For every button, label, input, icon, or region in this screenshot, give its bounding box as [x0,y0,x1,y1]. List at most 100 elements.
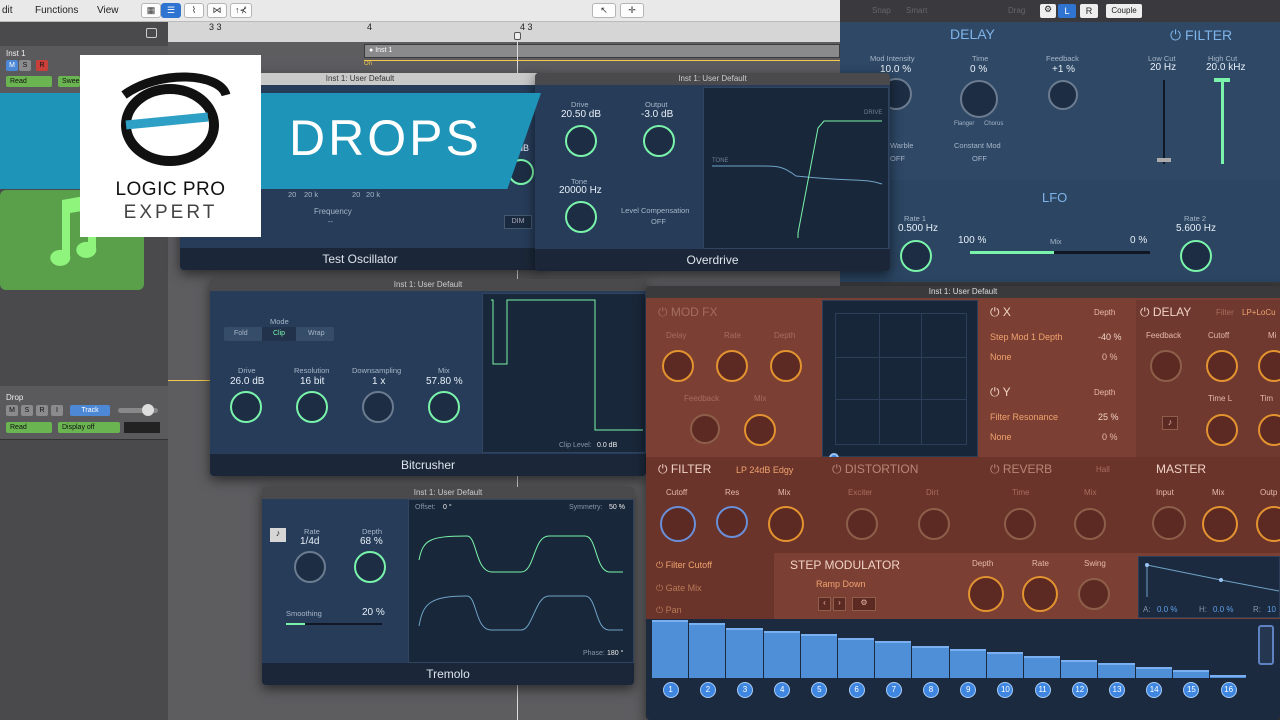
reverb-mix-knob[interactable] [1074,508,1106,540]
rate-knob[interactable] [716,350,748,382]
cutoff-knob[interactable] [660,506,696,542]
step-bar[interactable] [800,634,837,678]
automation-icon[interactable]: ⌇ [184,3,204,18]
mix-knob[interactable] [744,414,776,446]
filter-type-select[interactable]: LP 24dB Edgy [736,465,793,475]
automation-display[interactable]: Display off [58,422,120,433]
add-track-icon[interactable] [146,28,157,38]
low-cut-slider[interactable] [1163,80,1165,164]
solo-button[interactable]: S [19,60,31,71]
downsampling-knob[interactable] [362,391,394,423]
step-number[interactable]: 13 [1109,682,1125,698]
release-value[interactable]: 10 [1267,605,1276,614]
delay-knob[interactable] [662,350,694,382]
smart-label[interactable]: Smart [906,6,927,15]
step-number[interactable]: 2 [699,682,716,698]
record-button[interactable]: R [36,405,48,416]
dirt-knob[interactable] [918,508,950,540]
menu-functions[interactable]: Functions [35,5,78,16]
snap-label[interactable]: Snap [872,6,891,15]
prev-preset-button[interactable]: ‹ [818,597,831,611]
automation-param[interactable]: Swee [58,76,80,87]
target-gate-mix[interactable]: ⏻ Gate Mix [656,583,702,594]
warble-toggle[interactable]: OFF [890,154,905,163]
rate1-knob[interactable] [900,240,932,272]
reverb-time-knob[interactable] [1004,508,1036,540]
attack-value[interactable]: 0.0 % [1157,605,1177,614]
target-pan[interactable]: ⏻ Pan [656,605,682,616]
input-knob[interactable] [1152,506,1186,540]
delay-feedback-knob[interactable] [1150,350,1182,382]
x-target-depth[interactable]: -40 % [1098,332,1122,342]
y-target-select[interactable]: Filter Resonance [990,412,1058,422]
mix-knob[interactable] [428,391,460,423]
mute-button[interactable]: M [6,405,18,416]
step-bar[interactable] [689,623,726,678]
menu-view[interactable]: View [97,5,119,16]
master-mix-knob[interactable] [1202,506,1238,542]
feedback-knob[interactable] [690,414,720,444]
step-bar[interactable] [1210,675,1247,678]
res-knob[interactable] [716,506,748,538]
track-button[interactable]: Track [70,405,110,416]
step-swing-knob[interactable] [1078,578,1110,610]
low-cut-slider-handle[interactable] [1157,158,1171,162]
step-bar[interactable] [1098,663,1135,678]
step-bar[interactable] [652,620,689,678]
note-sync-icon[interactable]: ♪ [270,528,286,542]
step-number[interactable]: 1 [662,682,679,698]
step-number[interactable]: 12 [1071,682,1088,698]
mode-clip[interactable]: Clip [262,327,296,341]
mode-wrap[interactable]: Wrap [308,330,325,337]
output-knob[interactable] [643,125,675,157]
step-bar[interactable] [949,649,986,678]
next-preset-button[interactable]: › [833,597,846,611]
record-button[interactable]: R [36,60,48,71]
step-number[interactable]: 8 [923,682,939,698]
rate2-knob[interactable] [1180,240,1212,272]
menu-edit[interactable]: dit [2,5,13,16]
flex-icon[interactable]: ⋈ [207,3,227,18]
playhead-handle[interactable] [514,32,521,40]
step-number[interactable]: 11 [1034,682,1051,698]
pencil-tool-icon[interactable]: ✛ [620,3,644,18]
high-cut-slider-handle[interactable] [1214,78,1230,82]
pointer-tool-icon[interactable]: ↖ [592,3,616,18]
solo-button[interactable]: S [21,405,33,416]
sequencer-scroll-handle[interactable] [1258,625,1274,665]
grid-icon[interactable]: ▦ [141,3,161,18]
gear-icon[interactable]: ⚙ [1040,4,1056,18]
hold-value[interactable]: 0.0 % [1213,605,1233,614]
step-bar[interactable] [986,652,1023,678]
couple-button[interactable]: Couple [1106,4,1142,18]
midi-region[interactable]: ● Inst 1 [364,44,840,58]
automation-read[interactable]: Read [6,76,52,87]
step-bar[interactable] [1135,667,1172,678]
plugin-title-bar[interactable]: Inst 1: User Default [646,286,1280,298]
y-target-depth[interactable]: 25 % [1098,412,1119,422]
step-rate-knob[interactable] [1022,576,1058,612]
level-compensation-toggle[interactable]: OFF [651,217,666,226]
plugin-title-bar[interactable]: Inst 1: User Default [535,73,890,85]
mode-fold[interactable]: Fold [234,330,248,337]
dim-button[interactable]: DIM [504,215,532,229]
x-target2-depth[interactable]: 0 % [1102,352,1118,362]
depth-knob[interactable] [354,551,386,583]
automation-read[interactable]: Read [6,422,52,433]
envelope-display[interactable]: A: 0.0 % H: 0.0 % R: 10 [1138,556,1280,618]
step-bar[interactable] [838,638,875,678]
plugin-title-bar[interactable]: Inst 1: User Default [262,487,634,499]
drag-label[interactable]: Drag [1008,6,1025,15]
list-icon[interactable]: ☰ [161,3,181,18]
catch-icon[interactable]: ↑⊀ [230,3,252,18]
mute-button[interactable]: M [6,60,18,71]
step-depth-knob[interactable] [968,576,1004,612]
xy-pad[interactable] [822,300,978,463]
step-bar[interactable] [912,646,949,678]
step-bar[interactable] [1061,660,1098,678]
reverb-type-select[interactable]: Hall [1096,465,1110,474]
step-bar[interactable] [1024,656,1061,678]
step-bar[interactable] [875,641,912,678]
step-number[interactable]: 7 [885,682,902,698]
delay-time-l-knob[interactable] [1206,414,1238,446]
